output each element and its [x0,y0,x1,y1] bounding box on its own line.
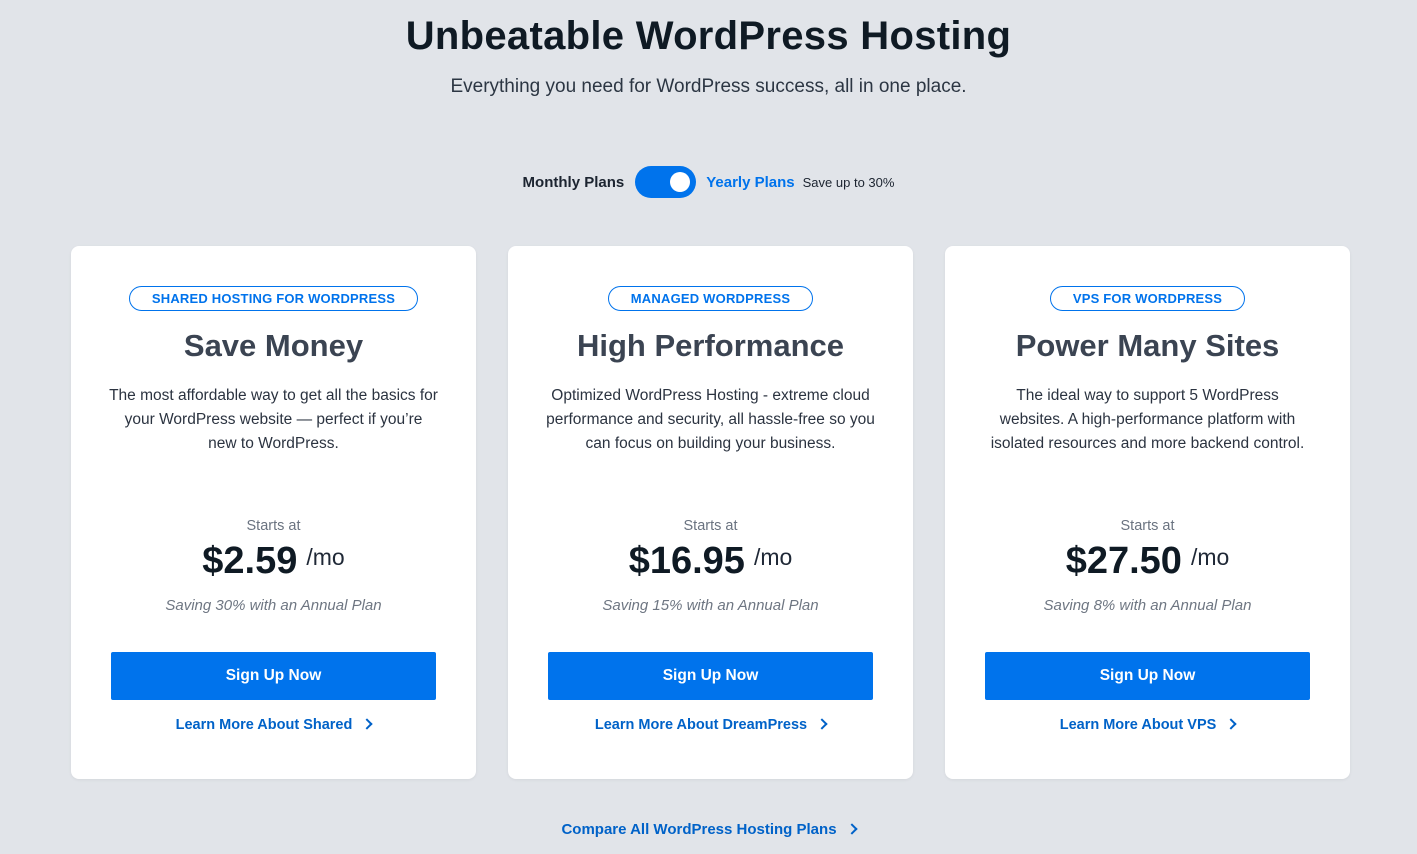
learn-more-link[interactable]: Learn More About Shared [71,717,476,733]
pricing-page: Unbeatable WordPress Hosting Everything … [0,0,1417,854]
chevron-right-icon [1225,718,1237,730]
plan-description: The most affordable way to get all the b… [109,387,438,452]
plan-price: $16.95 [628,540,745,582]
starts-at-label: Starts at [246,518,301,534]
page-subtitle: Everything you need for WordPress succes… [450,76,967,97]
plan-badge-wrap: SHARED HOSTING FOR WORDPRESS [71,286,476,311]
switch-knob [670,172,691,192]
chevron-right-icon [816,718,828,730]
price-period: /mo [1190,544,1230,570]
plan-title: Power Many Sites [1015,328,1280,363]
monthly-plans-label[interactable]: Monthly Plans [523,174,625,191]
chevron-right-icon [845,823,858,835]
sign-up-button[interactable]: Sign Up Now [111,652,436,700]
billing-period-switch[interactable] [635,166,697,198]
plan-title: Save Money [183,328,364,363]
price-period: /mo [753,544,793,570]
saving-note: Saving 30% with an Annual Plan [165,597,382,614]
plan-badge-wrap: MANAGED WORDPRESS [508,286,913,311]
learn-more-link[interactable]: Learn More About VPS [945,717,1350,733]
learn-more-link[interactable]: Learn More About DreamPress [508,717,913,733]
compare-plans-link[interactable]: Compare All WordPress Hosting Plans [0,821,1417,838]
page-title: Unbeatable WordPress Hosting [405,14,1012,58]
compare-plans-label: Compare All WordPress Hosting Plans [561,821,837,838]
plan-badge: VPS FOR WORDPRESS [1049,286,1246,311]
price-row: $16.95 /mo [508,540,913,583]
price-row: $27.50 /mo [945,540,1350,583]
plan-price: $27.50 [1065,540,1182,582]
starts-at-label: Starts at [1120,518,1175,534]
plan-badge: SHARED HOSTING FOR WORDPRESS [128,286,419,311]
plan-description: Optimized WordPress Hosting - extreme cl… [546,387,875,452]
plan-card-dreampress: MANAGED WORDPRESS High Performance Optim… [508,246,913,779]
plan-card-vps: VPS FOR WORDPRESS Power Many Sites The i… [945,246,1350,779]
price-period: /mo [306,544,345,570]
save-note: Save up to 30% [802,174,895,190]
plan-price: $2.59 [202,540,298,582]
plan-badge-wrap: VPS FOR WORDPRESS [945,286,1350,311]
plan-title: High Performance [576,328,844,363]
price-row: $2.59 /mo [71,540,476,583]
plan-badge: MANAGED WORDPRESS [607,286,814,311]
sign-up-button[interactable]: Sign Up Now [548,652,873,700]
learn-more-label: Learn More About DreamPress [594,717,808,733]
saving-note: Saving 8% with an Annual Plan [1043,597,1252,614]
learn-more-label: Learn More About Shared [175,717,353,733]
plan-description: The ideal way to support 5 WordPress web… [990,387,1305,452]
yearly-plans-label[interactable]: Yearly Plans [706,174,794,191]
chevron-right-icon [361,718,374,730]
billing-toggle-row: Monthly Plans Yearly Plans Save up to 30… [0,166,1417,198]
learn-more-label: Learn More About VPS [1059,717,1217,733]
plan-card-shared: SHARED HOSTING FOR WORDPRESS Save Money … [71,246,476,779]
saving-note: Saving 15% with an Annual Plan [602,597,819,614]
starts-at-label: Starts at [683,518,738,534]
sign-up-button[interactable]: Sign Up Now [985,652,1310,700]
